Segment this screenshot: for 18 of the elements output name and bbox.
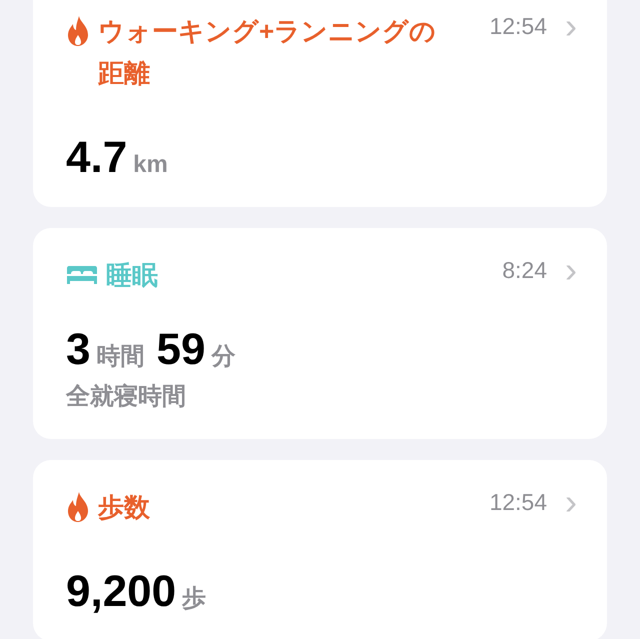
value-unit: km bbox=[133, 150, 168, 180]
card-title: ウォーキング+ランニングの距離 bbox=[98, 15, 438, 90]
value-number: 4.7 bbox=[66, 136, 128, 180]
value-number: 9,200 bbox=[66, 570, 176, 614]
caption-text: 全就寝時間 bbox=[66, 382, 187, 412]
time-label: 12:54 bbox=[489, 488, 547, 517]
value-number: 59 bbox=[156, 328, 206, 372]
value-unit: 分 bbox=[211, 342, 236, 372]
value-number: 3 bbox=[66, 328, 90, 372]
chevron-icon: › bbox=[565, 10, 577, 42]
chevron-icon: › bbox=[565, 254, 577, 286]
value-unit: 歩 bbox=[182, 584, 206, 614]
card-title: 睡眠 bbox=[106, 259, 158, 292]
value-unit: 時間 bbox=[96, 342, 144, 372]
time-label: 12:54 bbox=[489, 12, 547, 41]
chevron-icon: › bbox=[565, 486, 577, 518]
time-label: 8:24 bbox=[502, 256, 547, 285]
card-title: 歩数 bbox=[98, 491, 150, 524]
